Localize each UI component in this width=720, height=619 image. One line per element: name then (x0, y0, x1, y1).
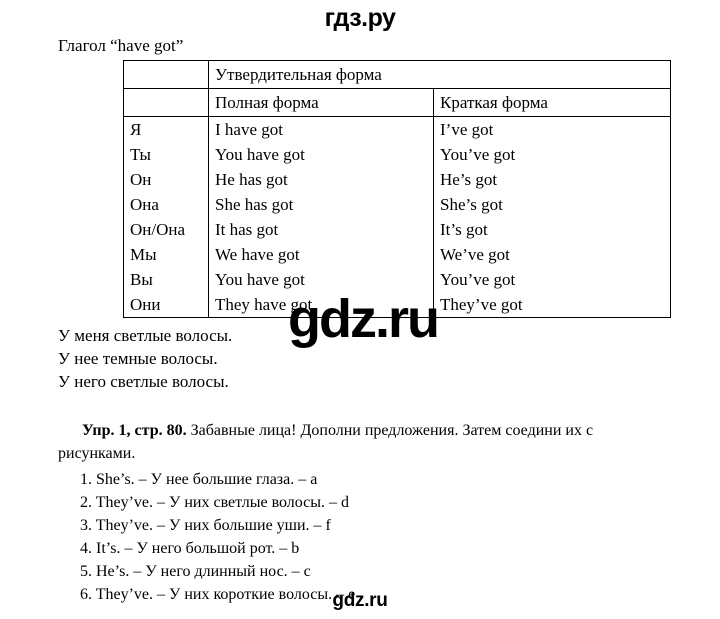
table-row: Она She has got She’s got (123, 192, 671, 217)
cell-pronoun: Он/Она (123, 217, 209, 242)
cell-full-form: He has got (208, 167, 434, 192)
cell-short-form: I’ve got (433, 116, 671, 142)
answer-item: 2. They’ve. – У них светлые волосы. – d (80, 494, 350, 511)
table-header-row-top: Утвердительная форма (123, 60, 671, 89)
example-sentence: У него светлые волосы. (58, 372, 229, 391)
table-row: Он/Она It has got It’s got (123, 217, 671, 242)
cell-full-form: You have got (208, 142, 434, 167)
footer-brand-logo[interactable]: gdz.ru (332, 590, 388, 611)
cell-pronoun: Вы (123, 267, 209, 292)
have-got-conjugation-table: Утвердительная форма Полная форма Кратка… (123, 60, 671, 318)
answer-item: 4. It’s. – У него большой рот. – b (80, 540, 300, 557)
header-cell-short-form: Краткая форма (433, 88, 671, 117)
table-row: Он He has got He’s got (123, 167, 671, 192)
cell-full-form: I have got (208, 116, 434, 142)
answer-item: 3. They’ve. – У них большие уши. – f (80, 517, 331, 534)
cell-short-form: They’ve got (433, 292, 671, 318)
lesson-title: Глагол “have got” (58, 36, 184, 55)
cell-short-form: He’s got (433, 167, 671, 192)
site-footer: gdz.ru (0, 590, 720, 612)
cell-full-form: It has got (208, 217, 434, 242)
cell-short-form: You’ve got (433, 142, 671, 167)
cell-pronoun: Мы (123, 242, 209, 267)
cell-pronoun: Они (123, 292, 209, 318)
header-cell-full-form: Полная форма (208, 88, 434, 117)
cell-short-form: She’s got (433, 192, 671, 217)
table-header: Утвердительная форма Полная форма Кратка… (123, 60, 671, 117)
exercise-instruction: Упр. 1, стр. 80. Забавные лица! Дополни … (58, 419, 666, 465)
exercise-reference: Упр. 1, стр. 80. (82, 422, 187, 439)
header-cell-blank (123, 60, 209, 89)
exercise-block: Упр. 1, стр. 80. Забавные лица! Дополни … (50, 419, 670, 606)
cell-short-form: You’ve got (433, 267, 671, 292)
answer-item: 1. She’s. – У нее большие глаза. – a (80, 471, 318, 488)
cell-pronoun: Ты (123, 142, 209, 167)
table-row: Ты You have got You’ve got (123, 142, 671, 167)
header-cell-blank-sub (123, 88, 209, 117)
answer-item: 5. He’s. – У него длинный нос. – c (80, 563, 311, 580)
header-cell-affirmative: Утвердительная форма (208, 60, 671, 89)
exercise-answers: 1. She’s. – У нее большие глаза. – a 2. T… (58, 468, 670, 606)
cell-short-form: It’s got (433, 217, 671, 242)
table-body: ЯI have got I’ve got Ты You have got You’ve … (123, 116, 671, 318)
cell-pronoun: Она (123, 192, 209, 217)
cell-pronoun: Я (123, 116, 209, 142)
site-header: гдз.ру (0, 0, 720, 32)
table-row: Мы We have got We’ve got (123, 242, 671, 267)
table-row: ЯI have got I’ve got (123, 116, 671, 142)
cell-full-form: We have got (208, 242, 434, 267)
site-brand-logo[interactable]: гдз.ру (325, 4, 396, 32)
watermark-gdz: gdz.ru (288, 289, 440, 349)
cell-pronoun: Он (123, 167, 209, 192)
cell-short-form: We’ve got (433, 242, 671, 267)
cell-full-form: She has got (208, 192, 434, 217)
example-sentence: У нее темные волосы. (58, 349, 218, 368)
table-header-row-sub: Полная форма Краткая форма (123, 88, 671, 117)
